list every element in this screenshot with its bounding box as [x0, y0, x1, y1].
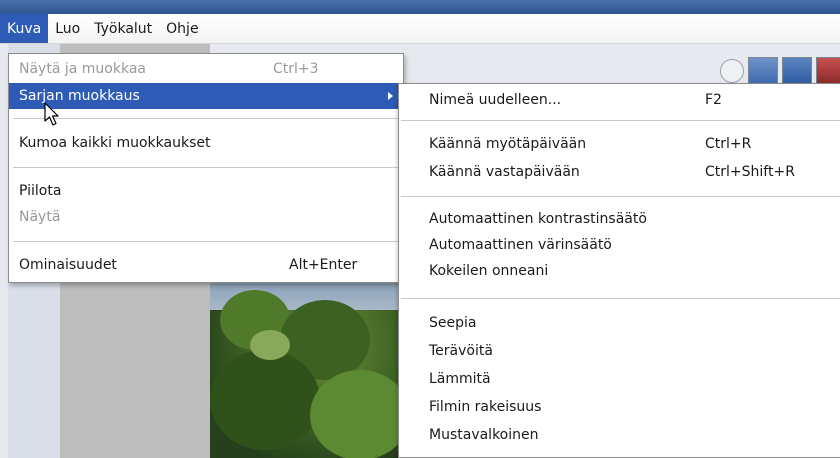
mouse-cursor-icon — [44, 102, 59, 126]
menu-item-batch-edit[interactable]: Sarjan muokkaus — [9, 83, 403, 109]
menu-separator — [13, 167, 399, 168]
menu-item-shortcut: Ctrl+Shift+R — [705, 164, 795, 180]
submenu-item-rename[interactable]: Nimeä uudelleen... F2 — [399, 87, 840, 113]
submenu-item-warm[interactable]: Lämmitä — [399, 366, 840, 392]
menu-separator — [13, 241, 399, 242]
menu-separator — [13, 118, 399, 119]
menu-item-label: Kokeilen onneani — [429, 263, 549, 279]
submenu-item-sepia[interactable]: Seepia — [399, 310, 840, 336]
photo-foliage — [250, 330, 290, 360]
menu-item-label: Käännä myötäpäivään — [429, 136, 587, 152]
submenu-item-rotate-counterclockwise[interactable]: Käännä vastapäivään Ctrl+Shift+R — [399, 159, 840, 185]
menu-item-shortcut: Alt+Enter — [289, 257, 358, 273]
menu-item-label: Piilota — [19, 183, 62, 199]
batch-edit-submenu: Nimeä uudelleen... F2 Käännä myötäpäivää… — [398, 83, 840, 458]
menu-item-label: Näytä — [19, 209, 61, 225]
menu-item-label: Sarjan muokkaus — [19, 88, 140, 104]
thumbnail-strip — [720, 56, 840, 86]
photo-foliage — [210, 350, 320, 450]
menu-item-label: Näytä ja muokkaa — [19, 61, 146, 77]
menubar-item-kuva[interactable]: Kuva — [0, 14, 49, 43]
menu-item-shortcut: Ctrl+3 — [273, 61, 319, 77]
kuva-menu: Näytä ja muokkaa Ctrl+3 Sarjan muokkaus … — [8, 53, 404, 283]
menu-item-view-and-edit[interactable]: Näytä ja muokkaa Ctrl+3 — [9, 56, 403, 82]
app-window: Kuva Luo Työkalut Ohje Näytä ja muokkaa … — [0, 0, 840, 458]
photo-foliage — [310, 370, 400, 458]
thumbnail[interactable] — [782, 57, 812, 85]
menu-item-hide[interactable]: Piilota — [9, 178, 403, 204]
menu-item-label: Käännä vastapäivään — [429, 164, 580, 180]
menu-item-label: Automaattinen kontrastinsäätö — [429, 211, 647, 227]
menu-item-show[interactable]: Näytä — [9, 204, 403, 230]
menubar-item-tyokalut[interactable]: Työkalut — [87, 14, 159, 43]
thumbnail[interactable] — [816, 57, 840, 85]
submenu-item-sharpen[interactable]: Terävöitä — [399, 338, 840, 364]
menu-separator — [401, 298, 840, 299]
rotate-icon[interactable] — [720, 59, 744, 83]
submenu-item-auto-color[interactable]: Automaattinen värinsäätö — [399, 232, 840, 258]
submenu-item-rotate-clockwise[interactable]: Käännä myötäpäivään Ctrl+R — [399, 131, 840, 157]
submenu-item-feeling-lucky[interactable]: Kokeilen onneani — [399, 258, 840, 284]
menu-separator — [401, 196, 840, 197]
menu-item-label: Terävöitä — [429, 343, 493, 359]
submenu-item-black-and-white[interactable]: Mustavalkoinen — [399, 422, 840, 448]
menu-item-label: Lämmitä — [429, 371, 491, 387]
menubar-item-luo[interactable]: Luo — [48, 14, 87, 43]
menu-item-label: Mustavalkoinen — [429, 427, 539, 443]
menu-item-label: Automaattinen värinsäätö — [429, 237, 612, 253]
menu-item-shortcut: Ctrl+R — [705, 136, 752, 152]
menu-item-shortcut: F2 — [705, 92, 722, 108]
menu-item-label: Filmin rakeisuus — [429, 399, 542, 415]
menubar: Kuva Luo Työkalut Ohje — [0, 14, 840, 44]
menu-item-label: Nimeä uudelleen... — [429, 92, 562, 108]
menu-item-label: Kumoa kaikki muokkaukset — [19, 135, 211, 151]
submenu-arrow-icon — [388, 92, 393, 100]
menu-item-properties[interactable]: Ominaisuudet Alt+Enter — [9, 252, 403, 278]
menu-item-undo-all-edits[interactable]: Kumoa kaikki muokkaukset — [9, 130, 403, 156]
submenu-item-auto-contrast[interactable]: Automaattinen kontrastinsäätö — [399, 206, 840, 232]
submenu-item-film-grain[interactable]: Filmin rakeisuus — [399, 394, 840, 420]
menu-separator — [401, 120, 840, 121]
menu-item-label: Ominaisuudet — [19, 257, 117, 273]
menu-item-label: Seepia — [429, 315, 477, 331]
thumbnail[interactable] — [748, 57, 778, 85]
title-bar — [0, 0, 840, 14]
menubar-item-ohje[interactable]: Ohje — [159, 14, 205, 43]
photo-preview[interactable] — [210, 270, 400, 458]
